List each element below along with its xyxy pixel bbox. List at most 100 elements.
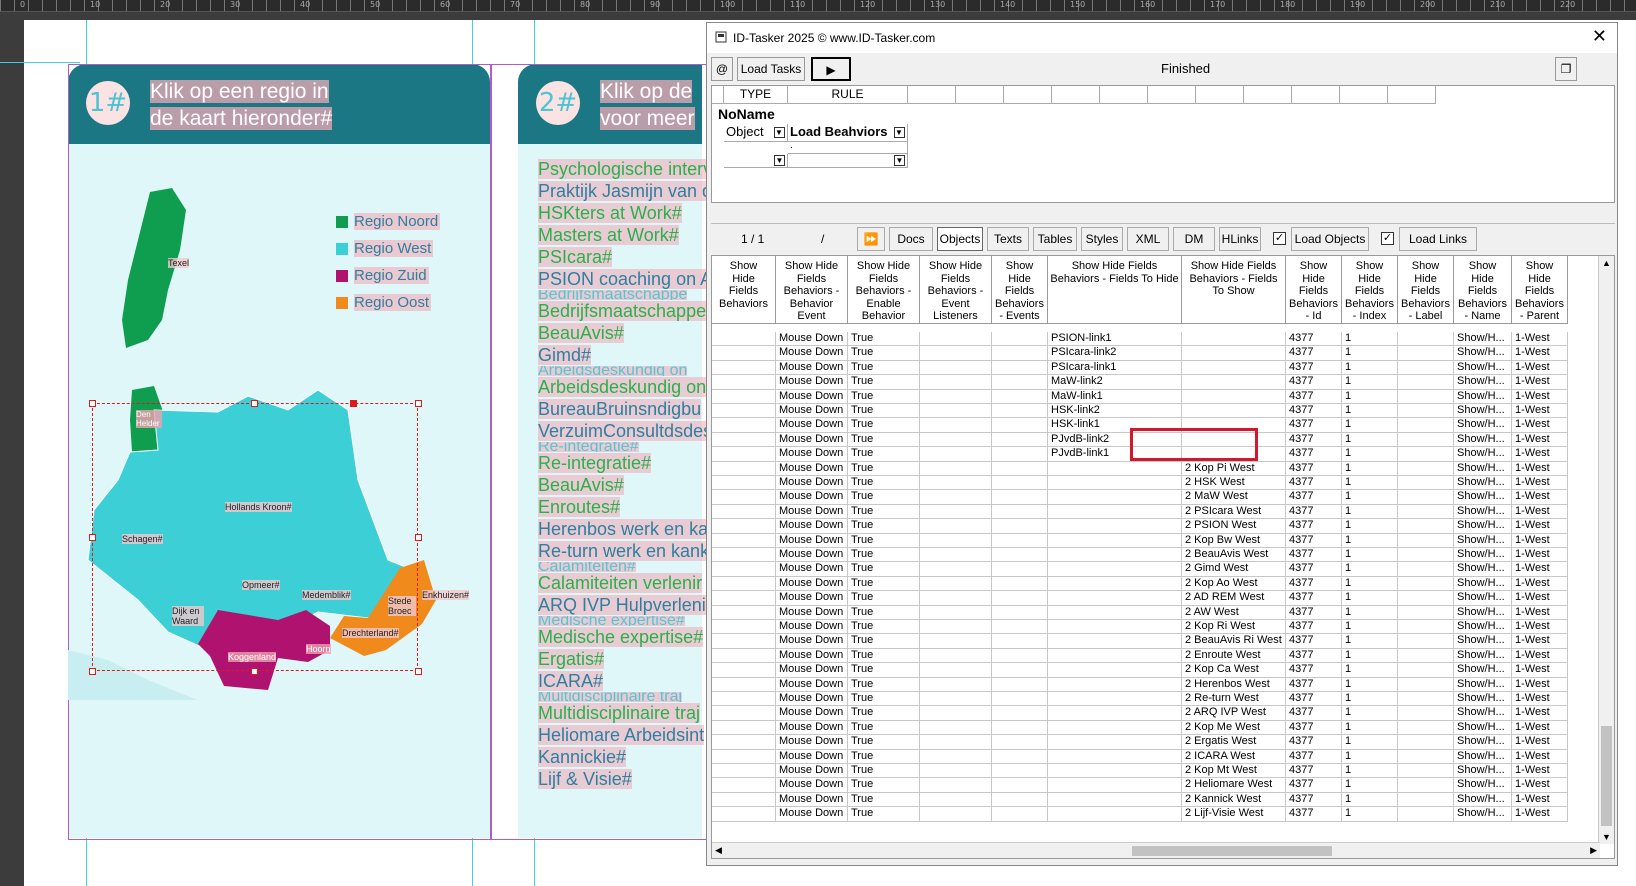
table-cell[interactable]: Show/H... (1454, 519, 1512, 534)
table-cell[interactable]: 2 ICARA West (1182, 749, 1286, 764)
table-cell[interactable]: Mouse Down (776, 663, 848, 678)
table-row[interactable]: Mouse Down True 2 Ergatis West 4377 1 Show/H.… (712, 735, 1592, 750)
table-cell[interactable]: 4377 (1286, 332, 1342, 347)
table-cell[interactable]: 2 Gimd West (1182, 562, 1286, 577)
table-cell[interactable]: 1-West (1512, 692, 1568, 707)
table-cell[interactable]: Mouse Down (776, 404, 848, 419)
table-row[interactable]: Mouse Down True 2 Kop Ao West 4377 1 Show/H..… (712, 576, 1592, 592)
table-cell[interactable] (920, 490, 992, 505)
table-cell[interactable]: Show/H... (1454, 778, 1512, 793)
table-cell[interactable]: 1-West (1512, 677, 1568, 692)
table-cell[interactable]: 4377 (1286, 576, 1342, 592)
table-cell[interactable]: 2 MaW West (1182, 490, 1286, 505)
play-button[interactable]: ▶ (811, 57, 851, 81)
table-cell[interactable] (1182, 389, 1286, 404)
table-cell[interactable]: 2 Kannick West (1182, 792, 1286, 808)
table-cell[interactable]: True (848, 533, 920, 548)
table-row[interactable]: Mouse Down True 2 Lijf-Visie West 4377 1 Show… (712, 807, 1592, 822)
resize-handle[interactable] (89, 400, 96, 407)
region-label-texel[interactable]: Texel (168, 258, 190, 268)
table-cell[interactable]: 1-West (1512, 634, 1568, 649)
table-cell[interactable] (1398, 620, 1454, 635)
table-cell[interactable] (920, 360, 992, 376)
table-cell[interactable]: True (848, 576, 920, 592)
table-cell[interactable] (992, 677, 1048, 692)
table-cell[interactable]: 4377 (1286, 490, 1342, 505)
table-cell[interactable]: 2 PSION West (1182, 519, 1286, 534)
provider-item[interactable]: Bedrijfsmaatschappe (538, 300, 708, 322)
provider-item[interactable]: Gimd# (538, 344, 708, 366)
table-cell[interactable] (1048, 548, 1182, 563)
tab-xml[interactable]: XML (1127, 227, 1169, 251)
table-cell[interactable]: Mouse Down (776, 605, 848, 620)
table-cell[interactable] (1398, 692, 1454, 707)
table-cell[interactable]: 1 (1342, 648, 1398, 664)
table-cell[interactable]: 2 Kop Mt West (1182, 764, 1286, 779)
column-header[interactable]: Show Hide Fields Behaviors - Event Listeners (920, 256, 992, 324)
table-cell[interactable]: 1 (1342, 461, 1398, 476)
table-cell[interactable] (1398, 476, 1454, 491)
chevron-down-icon[interactable]: ▼ (894, 127, 905, 138)
table-cell[interactable]: 1 (1342, 692, 1398, 707)
table-cell[interactable]: 4377 (1286, 504, 1342, 520)
provider-item[interactable]: PSION coaching on Ad (538, 268, 708, 290)
table-cell[interactable]: Show/H... (1454, 648, 1512, 664)
table-cell[interactable]: Mouse Down (776, 504, 848, 520)
table-cell[interactable] (992, 562, 1048, 577)
table-cell[interactable] (1048, 591, 1182, 606)
table-cell[interactable]: Show/H... (1454, 764, 1512, 779)
table-row[interactable]: Mouse Down True 2 Re-turn West 4377 1 Show/H.… (712, 692, 1592, 707)
table-cell[interactable] (1048, 807, 1182, 822)
table-cell[interactable]: 1-West (1512, 461, 1568, 476)
provider-item[interactable]: Re-turn werk en kank (538, 540, 708, 562)
table-cell[interactable] (1048, 735, 1182, 750)
table-cell[interactable]: 4377 (1286, 591, 1342, 606)
table-cell[interactable]: PSIcara-link2 (1048, 346, 1182, 361)
table-cell[interactable] (992, 620, 1048, 635)
table-cell[interactable] (1398, 389, 1454, 404)
table-cell[interactable] (992, 792, 1048, 808)
table-cell[interactable] (712, 605, 776, 620)
table-cell[interactable]: 2 Kop Ri West (1182, 620, 1286, 635)
table-cell[interactable] (992, 432, 1048, 448)
table-cell[interactable] (992, 389, 1048, 404)
table-cell[interactable] (920, 605, 992, 620)
table-cell[interactable]: Show/H... (1454, 605, 1512, 620)
table-cell[interactable] (1182, 346, 1286, 361)
table-cell[interactable] (712, 346, 776, 361)
table-cell[interactable] (992, 519, 1048, 534)
table-cell[interactable]: 4377 (1286, 389, 1342, 404)
table-cell[interactable] (1398, 332, 1454, 347)
table-cell[interactable]: 1-West (1512, 447, 1568, 462)
table-cell[interactable] (992, 648, 1048, 664)
table-cell[interactable]: 1-West (1512, 404, 1568, 419)
table-cell[interactable] (712, 332, 776, 347)
table-cell[interactable]: 1 (1342, 447, 1398, 462)
scroll-up-icon[interactable]: ▲ (1602, 258, 1611, 268)
table-cell[interactable]: 1-West (1512, 706, 1568, 721)
tab-texts[interactable]: Texts (987, 227, 1029, 251)
table-cell[interactable] (992, 533, 1048, 548)
scroll-thumb[interactable] (1601, 726, 1612, 826)
resize-handle[interactable] (251, 400, 258, 407)
table-cell[interactable] (1182, 404, 1286, 419)
table-cell[interactable]: 2 ARQ IVP West (1182, 706, 1286, 721)
table-cell[interactable]: Show/H... (1454, 548, 1512, 563)
table-cell[interactable]: 1-West (1512, 548, 1568, 563)
table-cell[interactable] (712, 548, 776, 563)
table-cell[interactable]: 1-West (1512, 476, 1568, 491)
table-cell[interactable] (1182, 360, 1286, 376)
table-cell[interactable] (920, 792, 992, 808)
table-cell[interactable]: Show/H... (1454, 389, 1512, 404)
table-cell[interactable]: 1 (1342, 706, 1398, 721)
provider-item[interactable]: Enroutes# (538, 496, 708, 518)
restore-button[interactable]: ❐ (1555, 57, 1577, 81)
table-cell[interactable] (1398, 605, 1454, 620)
table-cell[interactable]: Mouse Down (776, 792, 848, 808)
col-rule-header[interactable]: RULE (788, 86, 908, 104)
table-cell[interactable]: 4377 (1286, 548, 1342, 563)
table-cell[interactable]: Show/H... (1454, 807, 1512, 822)
table-cell[interactable] (1048, 648, 1182, 664)
table-cell[interactable] (992, 720, 1048, 736)
load-links-button[interactable]: Load Links (1399, 227, 1477, 251)
